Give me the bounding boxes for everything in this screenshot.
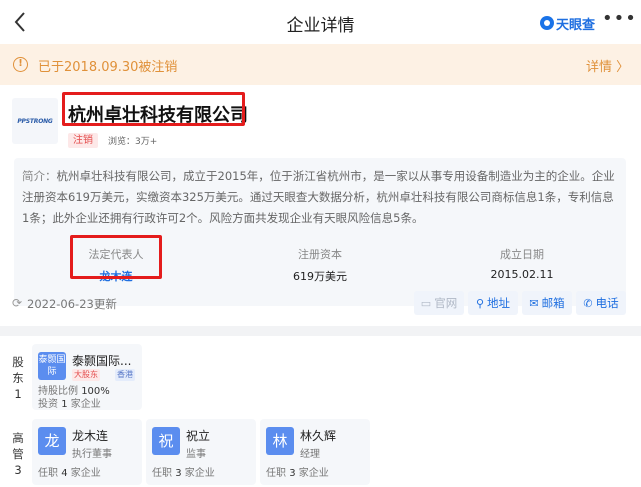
email-label: 邮箱 xyxy=(541,296,565,310)
website-button[interactable]: ▭ 官网 xyxy=(414,291,464,315)
monitor-icon: ▭ xyxy=(420,297,432,310)
intro-body: 杭州卓壮科技有限公司，成立于2015年，位于浙江省杭州市，是一家以从事专用设备制… xyxy=(22,169,615,225)
shareholder-card[interactable]: 泰颢国际 泰颢国际... 大股东 香港 持股比例 100% 投资 1 家企业 xyxy=(32,344,142,410)
stat-value: 619万美元 xyxy=(293,270,347,283)
notice-text: 已于2018.09.30被注销 xyxy=(38,60,178,75)
executive-name[interactable]: 林久辉 xyxy=(300,427,336,444)
shareholder-name[interactable]: 泰颢国际... xyxy=(72,352,131,369)
highlight-box-name xyxy=(62,92,245,126)
more-button[interactable]: ••• xyxy=(602,10,636,32)
stat-value: 2015.02.11 xyxy=(490,268,554,281)
shareholders-label: 股东1 xyxy=(12,355,24,401)
back-button[interactable] xyxy=(10,8,34,36)
position-count: 任职 4 家企业 xyxy=(38,468,101,479)
executive-avatar: 林 xyxy=(266,427,294,455)
chevron-left-icon xyxy=(14,12,25,32)
refresh-icon: ⟳ xyxy=(12,296,23,310)
mail-icon: ✉ xyxy=(529,297,539,310)
brand-logo: 天眼查 xyxy=(540,14,596,33)
investment-count: 投资 1 家企业 xyxy=(38,399,101,410)
email-button[interactable]: ✉ 邮箱 xyxy=(522,291,572,315)
executive-role: 执行董事 xyxy=(72,449,112,460)
company-intro: 简介：杭州卓壮科技有限公司，成立于2015年，位于浙江省杭州市，是一家以从事专用… xyxy=(14,158,626,306)
region-badge: 香港 xyxy=(115,369,135,381)
stat-label: 成立日期 xyxy=(500,248,544,261)
major-shareholder-badge: 大股东 xyxy=(72,369,100,381)
phone-label: 电话 xyxy=(595,296,619,310)
executive-role: 监事 xyxy=(186,449,206,460)
website-label: 官网 xyxy=(434,296,458,310)
executive-card[interactable]: 龙 龙木连 执行董事 任职 4 家企业 xyxy=(32,419,142,485)
stat-founded-date: 成立日期 2015.02.11 xyxy=(462,246,582,281)
position-count: 任职 3 家企业 xyxy=(266,468,329,479)
location-pin-icon: ⚲ xyxy=(475,297,485,310)
highlight-box-legal-rep xyxy=(70,235,162,279)
section-divider xyxy=(0,326,641,336)
nav-bar: 企业详情 天眼查 ••• xyxy=(0,0,641,44)
notice-details-link[interactable]: 详情 〉 xyxy=(586,56,629,75)
info-icon: ! xyxy=(13,57,28,72)
intro-label: 简介： xyxy=(22,169,57,183)
executive-card[interactable]: 林 林久辉 经理 任职 3 家企业 xyxy=(260,419,370,485)
executives-label: 高管3 xyxy=(12,431,24,477)
stat-registered-capital: 注册资本 619万美元 xyxy=(260,246,380,284)
address-label: 地址 xyxy=(487,296,511,310)
phone-button[interactable]: ✆ 电话 xyxy=(576,291,626,315)
address-button[interactable]: ⚲ 地址 xyxy=(468,291,518,315)
intro-text: 简介：杭州卓壮科技有限公司，成立于2015年，位于浙江省杭州市，是一家以从事专用… xyxy=(22,166,618,229)
cancellation-notice: ! 已于2018.09.30被注销 详情 〉 xyxy=(0,44,641,85)
company-logo: PPSTRONG xyxy=(12,98,58,144)
company-logo-text: PPSTRONG xyxy=(17,117,53,125)
phone-icon: ✆ xyxy=(583,297,593,310)
executive-name[interactable]: 龙木连 xyxy=(72,427,108,444)
position-count: 任职 3 家企业 xyxy=(152,468,215,479)
tianyancha-icon xyxy=(540,16,554,30)
executive-avatar: 龙 xyxy=(38,427,66,455)
status-badge: 注销 xyxy=(68,133,98,148)
update-time: 2022-06-23更新 xyxy=(27,297,117,311)
executive-role: 经理 xyxy=(300,449,320,460)
shareholder-avatar: 泰颢国际 xyxy=(38,352,66,380)
executive-card[interactable]: 祝 祝立 监事 任职 3 家企业 xyxy=(146,419,256,485)
executive-name[interactable]: 祝立 xyxy=(186,427,210,444)
view-count: 浏览：3万+ xyxy=(108,137,158,147)
stat-label: 注册资本 xyxy=(298,248,342,261)
executive-avatar: 祝 xyxy=(152,427,180,455)
brand-text: 天眼查 xyxy=(556,17,596,33)
